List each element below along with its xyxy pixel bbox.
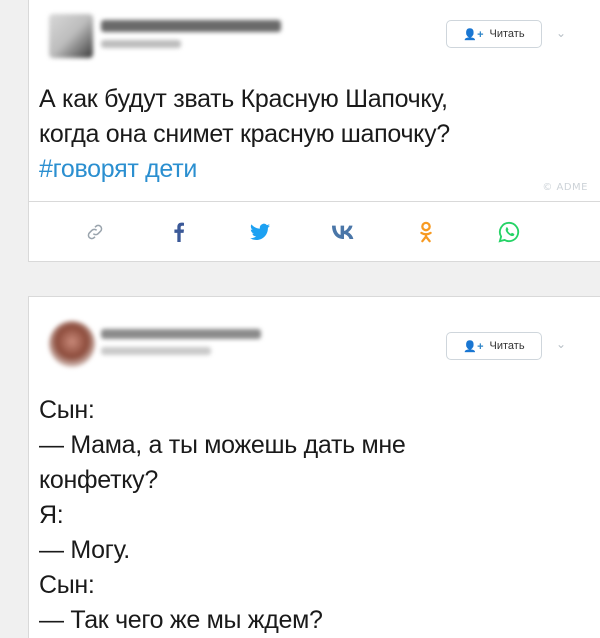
facebook-icon[interactable] bbox=[165, 218, 193, 246]
tweet-text-line: Сын: bbox=[39, 396, 95, 424]
chevron-down-icon[interactable]: ⌄ bbox=[556, 337, 566, 351]
tweet-text-line: Я: bbox=[39, 501, 64, 529]
vk-icon[interactable] bbox=[329, 218, 357, 246]
link-icon[interactable] bbox=[81, 218, 109, 246]
tweet-card-2: 👤+ Читать ⌄ Сын: — Мама, а ты можешь дат… bbox=[28, 296, 600, 638]
author-name-blurred[interactable] bbox=[101, 20, 281, 32]
author-name-blurred[interactable] bbox=[101, 329, 261, 339]
follow-button[interactable]: 👤+ Читать bbox=[446, 20, 542, 48]
tweet-text-line: — Так чего же мы ждем? bbox=[39, 606, 323, 634]
tweet-text-line: Сын: bbox=[39, 571, 95, 599]
avatar[interactable] bbox=[49, 321, 95, 367]
tweet-text-line: — Могу. bbox=[39, 536, 130, 564]
tweet-text: Сын: — Мама, а ты можешь дать мне конфет… bbox=[39, 393, 580, 638]
whatsapp-icon[interactable] bbox=[495, 218, 523, 246]
add-user-icon: 👤+ bbox=[463, 28, 484, 41]
author-handle-blurred bbox=[101, 347, 211, 355]
author-handle-blurred bbox=[101, 40, 181, 48]
chevron-down-icon[interactable]: ⌄ bbox=[556, 26, 566, 40]
hashtag-link[interactable]: #говорят дети bbox=[39, 152, 580, 187]
tweet-text-line: А как будут звать Красную Шапочку, bbox=[39, 85, 448, 113]
tweet-text: А как будут звать Красную Шапочку, когда… bbox=[39, 82, 580, 187]
share-bar bbox=[28, 202, 600, 262]
follow-button[interactable]: 👤+ Читать bbox=[446, 332, 542, 360]
tweet-text-line: когда она снимет красную шапочку? bbox=[39, 120, 450, 148]
watermark: © ADME bbox=[542, 182, 588, 193]
tweet-text-line: — Мама, а ты можешь дать мне bbox=[39, 431, 406, 459]
add-user-icon: 👤+ bbox=[463, 340, 484, 353]
odnoklassniki-icon[interactable] bbox=[412, 218, 440, 246]
tweet-card-1: 👤+ Читать ⌄ А как будут звать Красную Ша… bbox=[28, 0, 600, 202]
tweet-text-line: конфетку? bbox=[39, 466, 158, 494]
avatar[interactable] bbox=[49, 14, 93, 58]
twitter-icon[interactable] bbox=[246, 218, 274, 246]
follow-button-label: Читать bbox=[489, 28, 525, 40]
follow-button-label: Читать bbox=[489, 340, 525, 352]
